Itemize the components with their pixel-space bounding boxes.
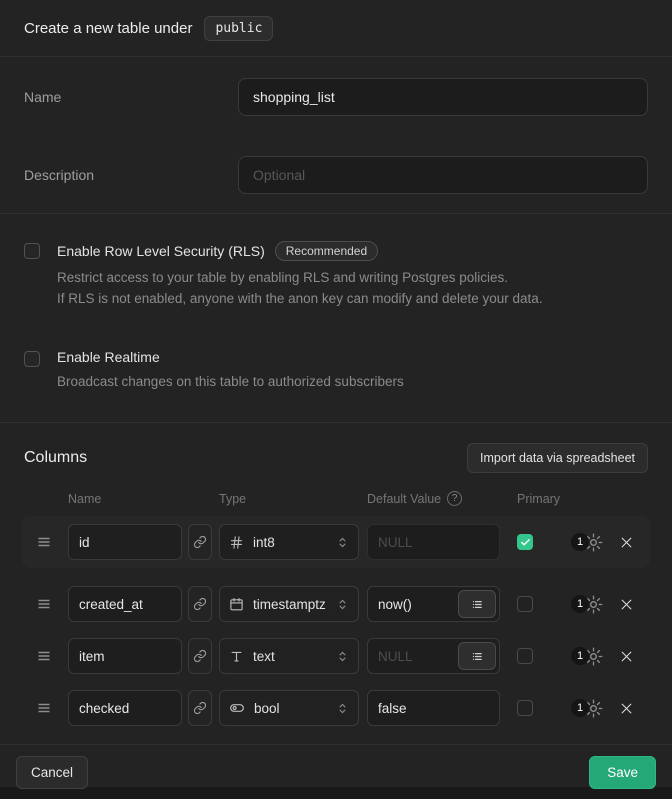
- chevron-updown-icon: [336, 650, 349, 663]
- dialog-footer: Cancel Save: [0, 745, 672, 799]
- column-type-select[interactable]: int8: [219, 524, 359, 560]
- save-button[interactable]: Save: [589, 756, 656, 789]
- hash-icon: [229, 535, 244, 550]
- realtime-checkbox[interactable]: [24, 351, 40, 367]
- remove-column-button[interactable]: [617, 595, 636, 614]
- column-name-input[interactable]: [68, 524, 182, 560]
- realtime-option: Enable Realtime Broadcast changes on thi…: [24, 349, 648, 392]
- header-primary: Primary: [517, 492, 560, 506]
- column-settings-button[interactable]: 1: [571, 698, 604, 719]
- list-icon: [471, 650, 484, 663]
- rls-checkbox[interactable]: [24, 243, 40, 259]
- drag-handle-icon[interactable]: [36, 534, 52, 550]
- cancel-button[interactable]: Cancel: [16, 756, 88, 789]
- primary-checkbox[interactable]: [517, 534, 533, 550]
- check-icon: [520, 537, 531, 548]
- column-type-select[interactable]: text: [219, 638, 359, 674]
- remove-column-button[interactable]: [617, 699, 636, 718]
- chevron-updown-icon: [336, 598, 349, 611]
- close-icon: [619, 649, 634, 664]
- default-value-input: [367, 524, 500, 560]
- columns-header-row: Name Type Default Value ? Primary: [22, 491, 650, 516]
- rls-label: Enable Row Level Security (RLS): [57, 243, 265, 259]
- columns-section: Columns Import data via spreadsheet Name…: [0, 423, 672, 745]
- primary-checkbox[interactable]: [517, 596, 533, 612]
- rls-description: Restrict access to your table by enablin…: [57, 267, 543, 309]
- default-value-menu-button[interactable]: [458, 590, 496, 618]
- close-icon: [619, 701, 634, 716]
- dialog-header: Create a new table under public: [0, 0, 672, 57]
- column-name-input[interactable]: [68, 638, 182, 674]
- column-name-input[interactable]: [68, 586, 182, 622]
- remove-column-button[interactable]: [617, 533, 636, 552]
- primary-checkbox[interactable]: [517, 648, 533, 664]
- schema-badge: public: [204, 16, 273, 41]
- table-options-section: Enable Row Level Security (RLS) Recommen…: [0, 214, 672, 422]
- help-icon[interactable]: ?: [447, 491, 462, 506]
- toggle-icon: [229, 700, 245, 716]
- table-name-input[interactable]: [238, 78, 648, 116]
- column-type-select[interactable]: bool: [219, 690, 359, 726]
- column-row-item: text 1: [22, 634, 650, 678]
- column-settings-button[interactable]: 1: [571, 646, 604, 667]
- realtime-label: Enable Realtime: [57, 349, 160, 365]
- column-settings-button[interactable]: 1: [571, 594, 604, 615]
- column-type-select[interactable]: timestamptz: [219, 586, 359, 622]
- chevron-updown-icon: [336, 702, 349, 715]
- description-label: Description: [24, 167, 238, 183]
- close-icon: [619, 597, 634, 612]
- dialog-title: Create a new table under: [24, 20, 192, 37]
- column-settings-button[interactable]: 1: [571, 532, 604, 553]
- columns-title: Columns: [24, 449, 87, 467]
- column-name-input[interactable]: [68, 690, 182, 726]
- table-info-section: Name Description: [0, 57, 672, 213]
- column-row-created-at: timestamptz 1: [22, 582, 650, 626]
- drag-handle-icon[interactable]: [36, 596, 52, 612]
- header-type: Type: [219, 492, 359, 506]
- drag-handle-icon[interactable]: [36, 700, 52, 716]
- default-value-menu-button[interactable]: [458, 642, 496, 670]
- primary-checkbox[interactable]: [517, 700, 533, 716]
- letter-t-icon: [229, 649, 244, 664]
- foreign-key-link-icon[interactable]: [188, 586, 212, 622]
- name-label: Name: [24, 89, 238, 105]
- column-row-id: int8 1: [22, 516, 650, 568]
- foreign-key-link-icon[interactable]: [188, 638, 212, 674]
- header-name: Name: [68, 492, 182, 506]
- table-description-input[interactable]: [238, 156, 648, 194]
- foreign-key-link-icon[interactable]: [188, 524, 212, 560]
- column-row-checked: bool 1: [22, 686, 650, 730]
- rls-option: Enable Row Level Security (RLS) Recommen…: [24, 241, 648, 309]
- recommended-badge: Recommended: [275, 241, 378, 261]
- default-value-input[interactable]: [367, 690, 500, 726]
- drag-handle-icon[interactable]: [36, 648, 52, 664]
- calendar-icon: [229, 597, 244, 612]
- close-icon: [619, 535, 634, 550]
- import-spreadsheet-button[interactable]: Import data via spreadsheet: [467, 443, 648, 473]
- header-default-value: Default Value: [367, 492, 441, 506]
- list-icon: [471, 598, 484, 611]
- foreign-key-link-icon[interactable]: [188, 690, 212, 726]
- remove-column-button[interactable]: [617, 647, 636, 666]
- realtime-description: Broadcast changes on this table to autho…: [57, 371, 404, 392]
- chevron-updown-icon: [336, 536, 349, 549]
